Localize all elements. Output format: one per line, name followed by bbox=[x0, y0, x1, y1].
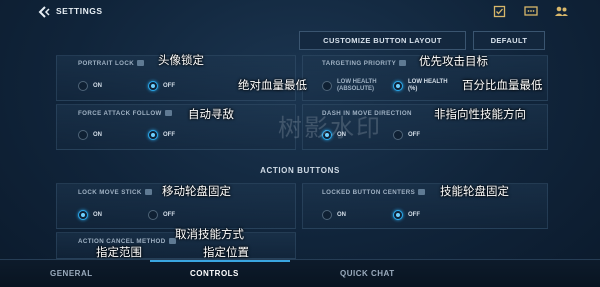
lock-move-stick-off-label: OFF bbox=[163, 212, 175, 218]
portrait-lock-off-label: OFF bbox=[163, 83, 175, 89]
portrait-lock-off-radio[interactable] bbox=[148, 81, 158, 91]
info-icon[interactable] bbox=[137, 60, 145, 67]
dash-in-move-direction-annotation: 非指向性技能方向 bbox=[434, 107, 526, 121]
locked-button-centers-label: LOCKED BUTTON CENTERS bbox=[322, 189, 426, 196]
force-attack-follow-off-radio[interactable] bbox=[148, 130, 158, 140]
tab-general[interactable]: GENERAL bbox=[50, 269, 93, 278]
info-icon[interactable] bbox=[399, 60, 407, 67]
info-icon[interactable] bbox=[164, 110, 172, 117]
locked-button-centers-off-radio[interactable] bbox=[393, 210, 403, 220]
locked-button-centers-on-radio[interactable] bbox=[322, 210, 332, 220]
top-bar: SETTINGS bbox=[0, 0, 600, 24]
portrait-lock-on-radio[interactable] bbox=[78, 81, 88, 91]
locked-button-centers-on-label: ON bbox=[337, 212, 346, 218]
active-tab-indicator bbox=[150, 260, 290, 262]
dash-off-label: OFF bbox=[408, 132, 420, 138]
default-button[interactable]: DEFAULT bbox=[473, 31, 545, 50]
locked-button-centers-off-label: OFF bbox=[408, 212, 420, 218]
chat-icon[interactable] bbox=[524, 5, 538, 18]
action-cancel-method-annotation: 取消技能方式 bbox=[175, 227, 244, 241]
targeting-priority-label: TARGETING PRIORITY bbox=[322, 60, 407, 67]
info-icon[interactable] bbox=[418, 189, 426, 196]
low-health-absolute-radio[interactable] bbox=[322, 81, 332, 91]
force-attack-follow-on-label: ON bbox=[93, 132, 102, 138]
tab-quick-chat[interactable]: QUICK CHAT bbox=[340, 269, 395, 278]
back-icon[interactable] bbox=[36, 5, 52, 19]
page-title: SETTINGS bbox=[56, 6, 103, 16]
lock-move-stick-on-radio[interactable] bbox=[78, 210, 88, 220]
watermark: 树影水印 bbox=[278, 114, 382, 142]
portrait-lock-label: PORTRAIT LOCK bbox=[78, 60, 145, 67]
info-icon[interactable] bbox=[144, 189, 152, 196]
force-attack-follow-label: FORCE ATTACK FOLLOW bbox=[78, 110, 172, 117]
low-health-absolute-annotation: 绝对血量最低 bbox=[238, 78, 307, 92]
portrait-lock-on-label: ON bbox=[93, 83, 102, 89]
friends-icon[interactable] bbox=[554, 5, 568, 18]
action-buttons-heading: ACTION BUTTONS bbox=[260, 166, 340, 175]
dash-off-radio[interactable] bbox=[393, 130, 403, 140]
checklist-icon[interactable] bbox=[493, 5, 507, 18]
low-health-absolute-label: LOW HEALTH (ABSOLUTE) bbox=[337, 79, 377, 92]
low-health-percent-label: LOW HEALTH (%) bbox=[408, 79, 448, 92]
lock-move-stick-label: LOCK MOVE STICK bbox=[78, 189, 152, 196]
force-attack-follow-annotation: 自动寻敌 bbox=[188, 107, 234, 121]
force-attack-follow-off-label: OFF bbox=[163, 132, 175, 138]
low-health-percent-annotation: 百分比血量最低 bbox=[462, 78, 543, 92]
lock-move-stick-annotation: 移动轮盘固定 bbox=[162, 184, 231, 198]
cancel-option1-annotation: 指定范围 bbox=[96, 245, 142, 259]
force-attack-follow-on-radio[interactable] bbox=[78, 130, 88, 140]
customize-button-layout-button[interactable]: CUSTOMIZE BUTTON LAYOUT bbox=[299, 31, 466, 50]
cancel-option2-annotation: 指定位置 bbox=[203, 245, 249, 259]
portrait-lock-annotation: 头像锁定 bbox=[158, 53, 204, 67]
lock-move-stick-on-label: ON bbox=[93, 212, 102, 218]
low-health-percent-radio[interactable] bbox=[393, 81, 403, 91]
tab-controls[interactable]: CONTROLS bbox=[190, 269, 239, 278]
bottom-nav: GENERAL CONTROLS QUICK CHAT bbox=[0, 259, 600, 287]
locked-button-centers-annotation: 技能轮盘固定 bbox=[440, 184, 509, 198]
targeting-priority-annotation: 优先攻击目标 bbox=[419, 54, 488, 68]
lock-move-stick-off-radio[interactable] bbox=[148, 210, 158, 220]
